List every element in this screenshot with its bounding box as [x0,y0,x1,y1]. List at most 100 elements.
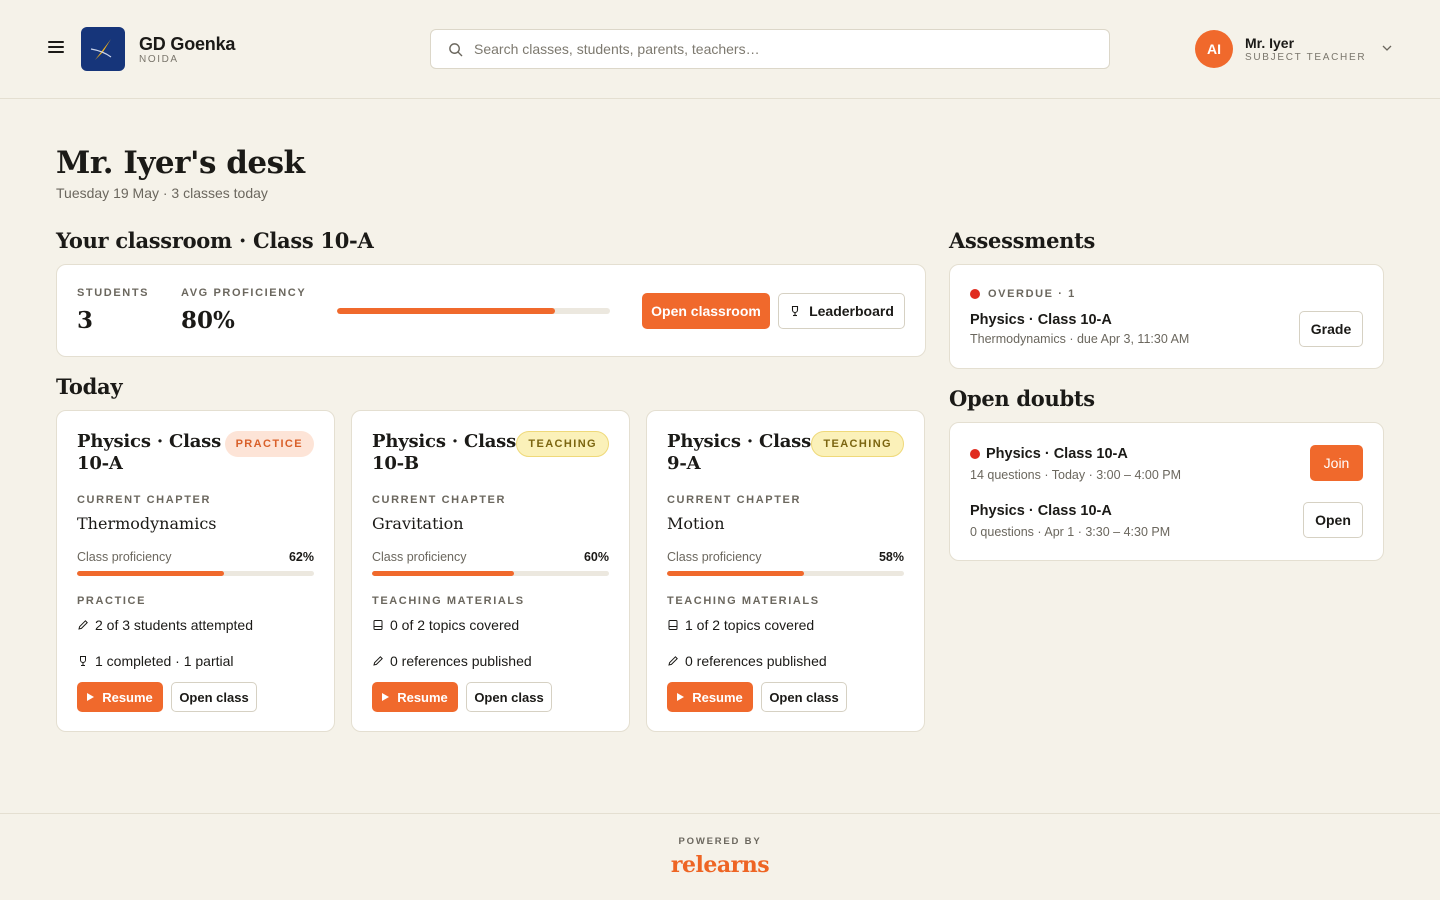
class-title[interactable]: Physics · Class 9-A [667,431,817,475]
stat-text: 1 of 2 topics covered [685,617,815,633]
chapter-label: CURRENT CHAPTER [77,494,211,506]
section-label: TEACHING MATERIALS [372,595,525,607]
class-card[interactable]: Physics · Class 9-A TEACHING CURRENT CHA… [646,410,925,732]
open-class-button[interactable]: Open class [171,682,257,712]
pencil-icon [77,619,89,631]
school-logo [81,27,125,71]
school-name: GD Goenka [139,34,236,54]
section-label: PRACTICE [77,595,147,607]
leaderboard-label: Leaderboard [809,303,894,319]
class-card[interactable]: Physics · Class 10-B TEACHING CURRENT CH… [351,410,630,732]
proficiency-value: 62% [288,550,314,564]
stat-line: 1 completed · 1 partial [77,653,234,669]
pencil-icon [372,655,384,667]
resume-button[interactable]: Resume [77,682,163,712]
stat-text: 0 references published [685,653,827,669]
assessment-title: Physics · Class 10-A [970,312,1112,328]
avg-proficiency-value: 80% [181,307,235,334]
grade-button[interactable]: Grade [1299,311,1363,347]
play-icon [87,693,95,701]
resume-label: Resume [692,689,743,705]
stat-line: 2 of 3 students attempted [77,617,253,633]
proficiency-fill [667,571,805,576]
proficiency-label: Class proficiency [372,550,467,564]
stat-line: 1 of 2 topics covered [667,617,814,633]
stat-line: 0 references published [372,653,532,669]
avg-proficiency-fill [337,308,556,314]
user-role: SUBJECT TEACHER [1245,52,1367,63]
proficiency-fill [77,571,224,576]
top-bar: GD Goenka NOIDA AI Mr. Iyer SUBJECT TEAC… [0,0,1440,99]
class-title[interactable]: Physics · Class 10-A [77,431,227,475]
chapter-label: CURRENT CHAPTER [667,494,801,506]
open-classroom-button[interactable]: Open classroom [642,293,770,329]
play-icon [382,693,390,701]
page-title: Mr. Iyer's desk [56,145,305,181]
live-dot-icon [970,449,980,459]
open-class-button[interactable]: Open class [761,682,847,712]
chapter-name: Thermodynamics [77,514,217,533]
today-heading: Today [56,374,123,399]
resume-button[interactable]: Resume [372,682,458,712]
doubt-meta: 0 questions · Apr 1 · 3:30 – 4:30 PM [970,525,1171,539]
brand-logo: relearns [670,852,770,878]
doubts-heading: Open doubts [949,386,1095,411]
stat-line: 0 references published [667,653,827,669]
stat-text: 2 of 3 students attempted [95,617,253,633]
user-name[interactable]: Mr. Iyer [1245,35,1294,51]
chapter-label: CURRENT CHAPTER [372,494,506,506]
school-location: NOIDA [139,54,179,65]
assessment-meta: Thermodynamics · due Apr 3, 11:30 AM [970,332,1190,346]
proficiency-label: Class proficiency [667,550,762,564]
classroom-heading: Your classroom · Class 10-A [56,228,374,253]
classroom-card: STUDENTS 3 AVG PROFICIENCY 80% Open clas… [56,264,926,357]
join-button[interactable]: Join [1310,445,1363,481]
trophy-icon [77,655,89,667]
students-label: STUDENTS [77,287,150,299]
chapter-name: Gravitation [372,514,464,533]
section-label: TEACHING MATERIALS [667,595,820,607]
search-bar [430,29,1110,69]
open-class-button[interactable]: Open class [466,682,552,712]
trophy-icon [792,305,799,317]
search-icon [449,43,463,57]
doubt-meta: 14 questions · Today · 3:00 – 4:00 PM [970,468,1182,482]
overdue-dot-icon [970,289,980,299]
search-input[interactable] [474,30,1094,68]
proficiency-value: 58% [878,550,904,564]
class-title[interactable]: Physics · Class 10-B [372,431,522,475]
resume-label: Resume [102,689,153,705]
students-value: 3 [77,307,94,334]
chapter-name: Motion [667,514,725,533]
play-icon [677,693,685,701]
class-mode-badge: PRACTICE [224,431,314,457]
book-icon [372,619,384,631]
proficiency-bar [372,571,609,576]
doubt-row: Physics · Class 10-A [970,446,1128,462]
powered-by-label: POWERED BY [678,836,762,847]
stat-text: 0 references published [390,653,532,669]
doubts-card: Physics · Class 10-A 14 questions · Toda… [949,422,1384,561]
avg-proficiency-bar [337,308,610,314]
leaderboard-button[interactable]: Leaderboard [778,293,905,329]
resume-label: Resume [397,689,448,705]
class-mode-badge: TEACHING [811,431,904,457]
resume-button[interactable]: Resume [667,682,753,712]
doubt-title: Physics · Class 10-A [986,446,1128,462]
menu-icon[interactable] [48,41,64,55]
open-doubt-button[interactable]: Open [1303,502,1363,538]
class-card[interactable]: Physics · Class 10-A PRACTICE CURRENT CH… [56,410,335,732]
assessments-heading: Assessments [949,228,1096,253]
assessments-card: OVERDUE · 1 Physics · Class 10-A Thermod… [949,264,1384,369]
chevron-down-icon[interactable] [1381,43,1393,53]
overdue-label: OVERDUE · 1 [988,288,1076,300]
avatar[interactable]: AI [1195,30,1233,68]
stat-line: 0 of 2 topics covered [372,617,519,633]
pencil-icon [667,655,679,667]
book-icon [667,619,679,631]
stat-text: 0 of 2 topics covered [390,617,520,633]
proficiency-bar [77,571,314,576]
doubt-title: Physics · Class 10-A [970,503,1112,519]
proficiency-value: 60% [583,550,609,564]
overdue-row: OVERDUE · 1 [970,288,1076,300]
